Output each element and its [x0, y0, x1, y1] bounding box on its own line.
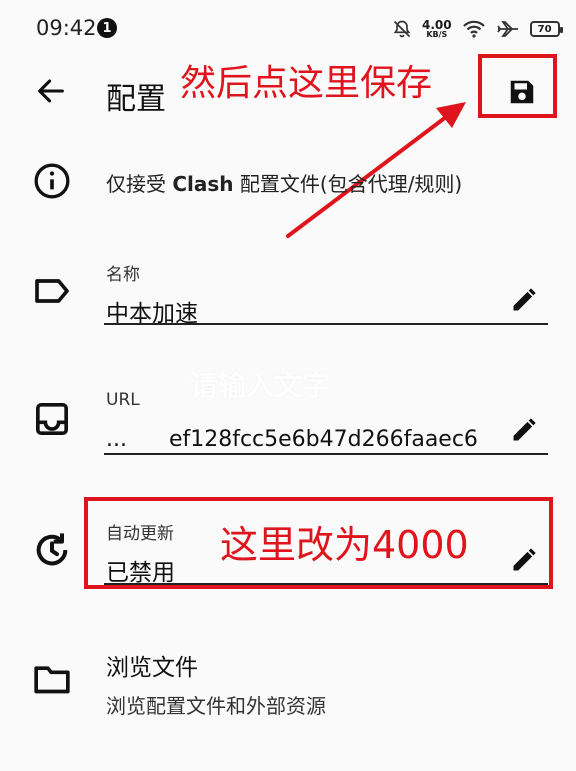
url-field-underline	[104, 453, 548, 455]
url-field-value[interactable]: ... ef128fcc5e6b47d266faaec6	[106, 427, 502, 452]
status-icons: 4.00 KB/S 70	[392, 14, 563, 44]
back-arrow-icon[interactable]	[34, 74, 68, 108]
page-title: 配置	[106, 82, 166, 117]
net-speed: 4.00 KB/S	[422, 18, 452, 39]
url-field-label: URL	[106, 390, 140, 410]
battery-icon: 70	[529, 21, 563, 37]
annotation-save-instruction: 然后点这里保存	[180, 63, 433, 104]
inbox-tray-icon	[36, 403, 68, 435]
watermark-text: 请输入文字	[190, 369, 331, 402]
status-time: 09:42	[36, 16, 97, 40]
annotation-auto-update-instruction: 这里改为4000	[220, 523, 469, 567]
info-text: 仅接受 Clash 配置文件(包含代理/规则)	[106, 172, 463, 196]
browse-files-title[interactable]: 浏览文件	[106, 648, 198, 682]
edit-pencil-icon[interactable]	[510, 416, 538, 444]
save-icon[interactable]	[507, 77, 537, 107]
info-icon	[34, 163, 70, 199]
name-field-label: 名称	[106, 265, 140, 285]
edit-pencil-icon[interactable]	[510, 286, 538, 314]
mute-bell-icon	[393, 20, 411, 38]
notification-badge: 1	[97, 18, 117, 38]
wifi-icon	[462, 20, 485, 38]
folder-icon	[34, 666, 70, 694]
airplane-icon	[496, 21, 518, 37]
name-field-underline	[104, 323, 548, 325]
history-clock-icon	[36, 533, 68, 566]
browse-files-subtitle: 浏览配置文件和外部资源	[106, 694, 326, 718]
label-tag-icon	[35, 279, 69, 303]
